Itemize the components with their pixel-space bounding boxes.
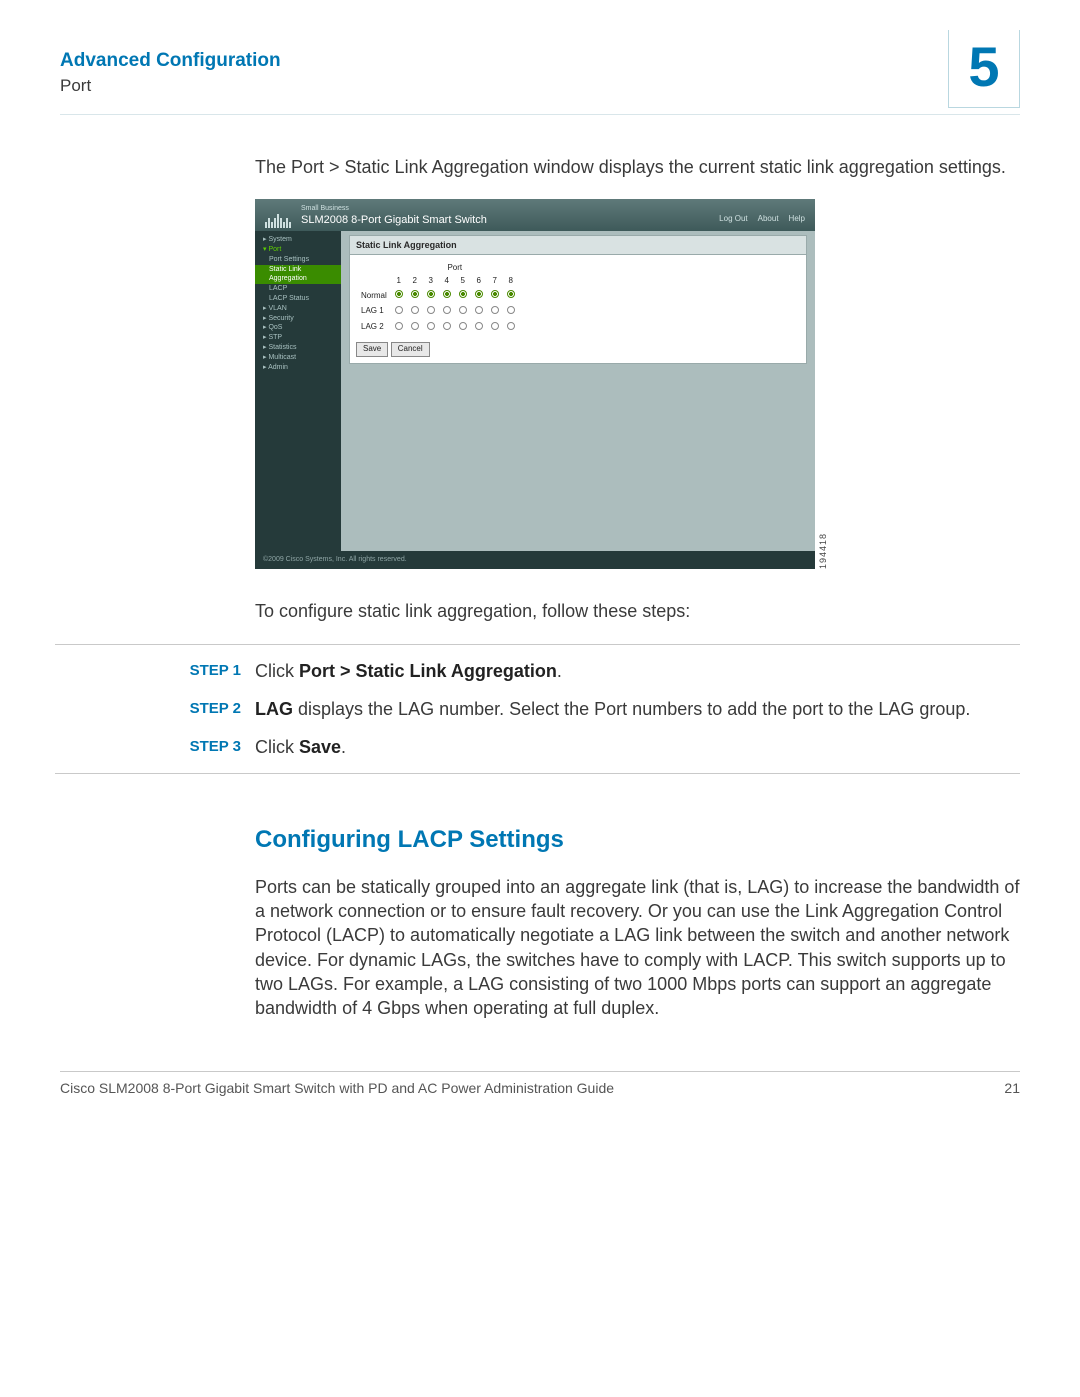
radio-lag2-5[interactable]	[459, 322, 467, 330]
nav-stp[interactable]: ▸ STP	[255, 333, 341, 343]
screenshot-panel-title: Static Link Aggregation	[349, 235, 807, 255]
row-lag2: LAG 2	[358, 321, 518, 335]
screenshot-cancel-button[interactable]: Cancel	[391, 342, 430, 357]
radio-lag1-1[interactable]	[395, 306, 403, 314]
step-2-label: STEP 2	[175, 697, 241, 721]
radio-lag2-3[interactable]	[427, 322, 435, 330]
screenshot-save-button[interactable]: Save	[356, 342, 388, 357]
radio-normal-2[interactable]	[411, 290, 419, 298]
radio-lag2-4[interactable]	[443, 322, 451, 330]
nav-vlan[interactable]: ▸ VLAN	[255, 304, 341, 314]
page-header-title: Advanced Configuration	[60, 50, 281, 72]
radio-normal-7[interactable]	[491, 290, 499, 298]
radio-lag1-7[interactable]	[491, 306, 499, 314]
radio-lag2-8[interactable]	[507, 322, 515, 330]
radio-normal-4[interactable]	[443, 290, 451, 298]
radio-lag2-6[interactable]	[475, 322, 483, 330]
radio-lag2-2[interactable]	[411, 322, 419, 330]
radio-lag1-2[interactable]	[411, 306, 419, 314]
port-header: Port	[392, 263, 518, 274]
row-lag1: LAG 1	[358, 305, 518, 319]
screenshot-nav: ▸ System ▾ Port Port Settings Static Lin…	[255, 231, 341, 551]
nav-port[interactable]: ▾ Port	[255, 245, 341, 255]
screenshot-brand-title: SLM2008 8-Port Gigabit Smart Switch	[301, 213, 487, 228]
footer-doc-title: Cisco SLM2008 8-Port Gigabit Smart Switc…	[60, 1080, 614, 1096]
page-header-subtitle: Port	[60, 76, 281, 96]
radio-lag1-4[interactable]	[443, 306, 451, 314]
radio-normal-5[interactable]	[459, 290, 467, 298]
nav-multicast[interactable]: ▸ Multicast	[255, 353, 341, 363]
nav-qos[interactable]: ▸ QoS	[255, 323, 341, 333]
step-2-body: LAG displays the LAG number. Select the …	[255, 697, 1020, 721]
screenshot-link-about[interactable]: About	[758, 214, 779, 225]
nav-security[interactable]: ▸ Security	[255, 314, 341, 324]
nav-lacp[interactable]: LACP	[255, 284, 341, 294]
step-1: STEP 1 Click Port > Static Link Aggregat…	[255, 659, 1020, 683]
steps-top-rule	[55, 644, 1020, 645]
radio-lag1-3[interactable]	[427, 306, 435, 314]
radio-lag1-8[interactable]	[507, 306, 515, 314]
screenshot-link-logout[interactable]: Log Out	[719, 214, 747, 225]
footer-page-number: 21	[1004, 1080, 1020, 1096]
header-rule	[60, 114, 1020, 115]
intro-paragraph: The Port > Static Link Aggregation windo…	[255, 155, 1020, 179]
chapter-number-box: 5	[948, 30, 1020, 108]
step-3-body: Click Save.	[255, 735, 1020, 759]
nav-statistics[interactable]: ▸ Statistics	[255, 343, 341, 353]
step-1-label: STEP 1	[175, 659, 241, 683]
chapter-number: 5	[968, 34, 999, 99]
step-1-body: Click Port > Static Link Aggregation.	[255, 659, 1020, 683]
step-3: STEP 3 Click Save.	[255, 735, 1020, 759]
radio-lag2-7[interactable]	[491, 322, 499, 330]
screenshot-static-link-aggregation: Small Business SLM2008 8-Port Gigabit Sm…	[255, 199, 815, 569]
steps-bottom-rule	[55, 773, 1020, 774]
step-3-label: STEP 3	[175, 735, 241, 759]
nav-admin[interactable]: ▸ Admin	[255, 363, 341, 373]
radio-normal-6[interactable]	[475, 290, 483, 298]
footer-rule	[60, 1071, 1020, 1072]
radio-lag1-5[interactable]	[459, 306, 467, 314]
radio-normal-8[interactable]	[507, 290, 515, 298]
screenshot-brand-small: Small Business	[301, 204, 487, 213]
radio-lag1-6[interactable]	[475, 306, 483, 314]
section-lacp-title: Configuring LACP Settings	[255, 824, 1020, 856]
radio-lag2-1[interactable]	[395, 322, 403, 330]
row-normal: Normal	[358, 289, 518, 303]
nav-lacp-status[interactable]: LACP Status	[255, 294, 341, 304]
section-lacp-body: Ports can be statically grouped into an …	[255, 875, 1020, 1021]
radio-normal-3[interactable]	[427, 290, 435, 298]
nav-static-link-aggregation[interactable]: Static Link Aggregation	[255, 265, 341, 285]
port-table: Port 1 2 3 4 5 6 7 8	[356, 261, 520, 336]
nav-port-settings[interactable]: Port Settings	[255, 255, 341, 265]
screenshot-copyright: ©2009 Cisco Systems, Inc. All rights res…	[255, 551, 815, 569]
screenshot-ref-number: 194418	[817, 533, 829, 569]
cisco-logo-icon	[265, 214, 291, 228]
screenshot-link-help[interactable]: Help	[789, 214, 805, 225]
radio-normal-1[interactable]	[395, 290, 403, 298]
after-shot-paragraph: To configure static link aggregation, fo…	[255, 599, 1020, 623]
nav-system[interactable]: ▸ System	[255, 235, 341, 245]
step-2: STEP 2 LAG displays the LAG number. Sele…	[255, 697, 1020, 721]
